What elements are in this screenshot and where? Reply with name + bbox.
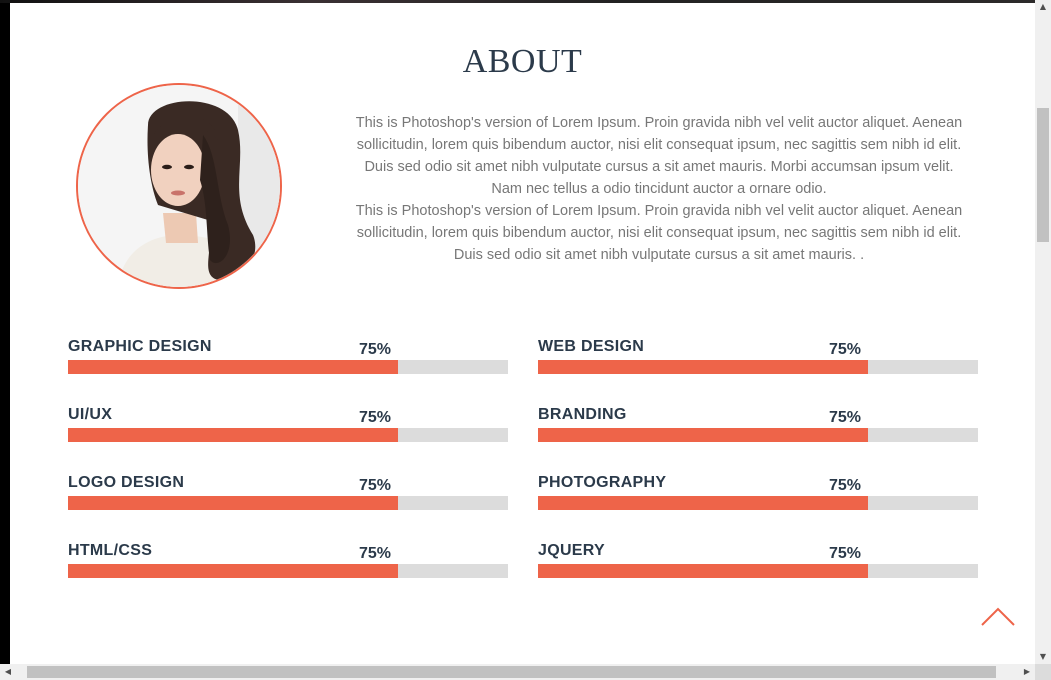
skill-web-design: WEB DESIGN 75% [538,338,978,388]
skill-bar-track [538,360,978,374]
skill-bar-fill [538,564,868,578]
skill-percent: 75% [359,409,392,426]
skill-bar-fill [68,360,398,374]
skill-name: LOGO DESIGN [68,474,185,491]
triangle-up-icon[interactable]: ▲ [1035,0,1051,14]
skill-graphic-design: GRAPHIC DESIGN 75% [68,338,508,388]
skill-bar-track [538,428,978,442]
page-edge-left [0,0,10,680]
skill-photography: PHOTOGRAPHY 75% [538,474,978,524]
about-bio: This is Photoshop's version of Lorem Ips… [350,112,968,266]
bio-paragraph: This is Photoshop's version of Lorem Ips… [355,115,963,197]
chevron-up-icon [981,607,1015,626]
triangle-right-icon[interactable]: ▶ [1019,664,1035,680]
skill-percent: 75% [829,477,862,494]
profile-avatar [76,83,282,289]
skill-branding: BRANDING 75% [538,406,978,456]
scrollbar-corner [1035,664,1051,680]
skill-bar-track [68,496,508,510]
skill-jquery: JQUERY 75% [538,542,978,592]
skill-percent: 75% [829,409,862,426]
triangle-down-icon[interactable]: ▼ [1035,650,1051,664]
skill-bar-fill [538,496,868,510]
skill-name: BRANDING [538,406,627,423]
triangle-left-icon[interactable]: ◀ [0,664,16,680]
skill-name: UI/UX [68,406,113,423]
skill-logo-design: LOGO DESIGN 75% [68,474,508,524]
skill-ui-ux: UI/UX 75% [68,406,508,456]
skill-percent: 75% [829,545,862,562]
skill-name: PHOTOGRAPHY [538,474,667,491]
skill-html-css: HTML/CSS 75% [68,542,508,592]
skill-bar-fill [68,496,398,510]
skill-bar-fill [538,360,868,374]
skill-percent: 75% [359,477,392,494]
bio-paragraph: This is Photoshop's version of Lorem Ips… [355,203,963,263]
skill-name: JQUERY [538,542,606,559]
horizontal-scrollbar[interactable]: ◀ ▶ [0,664,1051,680]
vertical-scrollbar[interactable]: ▲ ▼ [1035,0,1051,664]
skill-percent: 75% [359,341,392,358]
about-section: ABOUT This is Photoshop's version of Lor… [10,3,1035,664]
skill-bar-fill [538,428,868,442]
scroll-to-top-button[interactable] [980,605,1016,627]
skill-bar-fill [68,428,398,442]
skill-bar-track [68,428,508,442]
portrait-image [78,85,280,287]
skill-bar-track [68,564,508,578]
section-title: ABOUT [462,43,583,80]
skill-percent: 75% [829,341,862,358]
skill-name: HTML/CSS [68,542,153,559]
skill-bar-track [68,360,508,374]
vertical-scrollbar-thumb[interactable] [1037,108,1049,242]
skill-percent: 75% [359,545,392,562]
skill-name: GRAPHIC DESIGN [68,338,212,355]
skill-bar-track [538,564,978,578]
horizontal-scrollbar-thumb[interactable] [27,666,996,678]
skill-name: WEB DESIGN [538,338,645,355]
skill-bar-fill [68,564,398,578]
skill-bar-track [538,496,978,510]
